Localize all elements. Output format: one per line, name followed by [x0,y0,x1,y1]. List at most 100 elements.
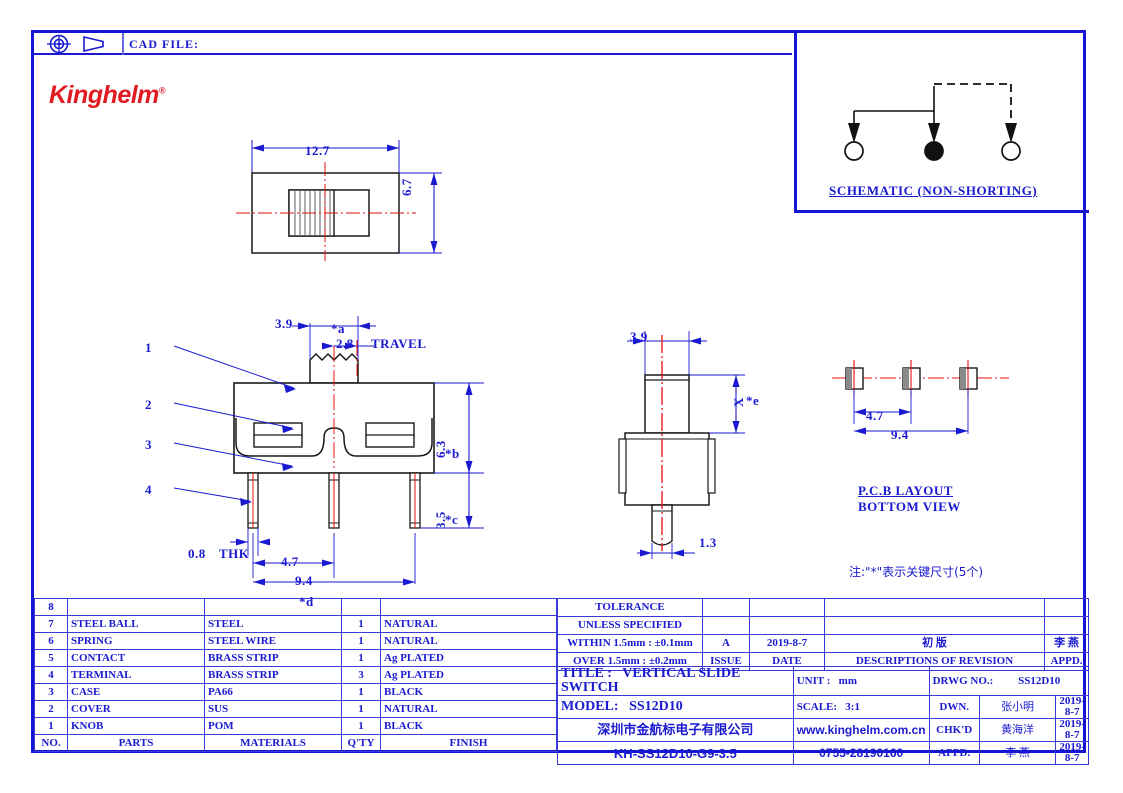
phone-number: 0755-28190160 [792,741,930,765]
title-block-table: TOLERANCE UNLESS SPECIFIED WITHIN 1.5mm … [557,598,1089,671]
parts-cell-no: 4 [34,666,68,684]
tolerance-title-1: TOLERANCE [557,598,703,617]
parts-cell-finish: Ag PLATED [380,649,557,667]
parts-cell-qty: 1 [341,700,381,718]
parts-cell-no: 8 [34,598,68,616]
partno-row: KH-SS12D10-G9-3.5 0755-28190160 APPD. 李 … [557,741,1089,765]
revision-blank-1 [824,598,1045,617]
parts-cell-material: PA66 [204,683,342,701]
parts-cell-qty: 1 [341,683,381,701]
table-row: 8 [34,598,557,616]
schematic-caption: SCHEMATIC (NON-SHORTING) [829,183,1038,198]
parts-header-finish: FINISH [380,734,557,752]
pcb-layout-caption-line1: P.C.B LAYOUT [858,483,953,498]
appd-label: APPD. [928,741,980,765]
side-view-pin-width-dim: 1.3 [699,535,717,550]
model-value: SS12D10 [629,699,683,714]
drwg-no-value: SS12D10 [1018,674,1061,687]
chkd-date: 2019-8-7 [1055,718,1089,742]
parts-cell-part: TERMINAL [67,666,205,684]
side-view-drawing [618,331,745,559]
unit-cell: UNIT : mm [792,666,930,696]
top-view-drawing [236,140,442,261]
table-row: 2 COVER SUS 1 NATURAL [34,700,557,718]
parts-cell-no: 1 [34,717,68,735]
parts-cell-part: SPRING [67,632,205,650]
pcb-span-dim: 9.4 [891,427,909,442]
company-name-cn: 深圳市金航标电子有限公司 [557,718,794,742]
parts-cell-part: COVER [67,700,205,718]
website-link[interactable]: www.kinghelm.com.cn [792,718,930,742]
parts-cell-part: CONTACT [67,649,205,667]
appd-blank-2 [1044,616,1089,635]
parts-cell-no: 6 [34,632,68,650]
tolerance-title-2: UNLESS SPECIFIED [557,616,703,635]
tolerance-row-2: UNLESS SPECIFIED [557,616,1089,635]
table-row: 1 KNOB POM 1 BLACK [34,717,557,735]
front-view-callout-1: 1 [145,340,152,355]
pcb-layout-caption-line2: BOTTOM VIEW [858,499,961,514]
dwn-name: 张小明 [978,695,1057,719]
scale-label: SCALE: [796,700,838,713]
front-view-thk-dim: 0.8 [188,546,206,561]
parts-cell-no: 2 [34,700,68,718]
side-view-x-dim: X [731,397,746,407]
model-cell: MODEL: SS12D10 [557,695,794,719]
parts-cell-material: SUS [204,700,342,718]
parts-header-parts: PARTS [67,734,205,752]
parts-cell-qty: 1 [341,649,381,667]
parts-header-no: NO. [34,734,68,752]
front-view-knob-width-dim: 3.9 [275,316,293,331]
parts-cell-part: CASE [67,683,205,701]
tolerance-row-3: WITHIN 1.5mm : ±0.1mm A 2019-8-7 初 版 李 燕 [557,634,1089,653]
parts-list-header-row: NO. PARTS MATERIALS Q'TY FINISH [34,734,557,752]
parts-cell-no: 5 [34,649,68,667]
model-row: MODEL: SS12D10 SCALE: 3:1 DWN. 张小明 2019-… [557,695,1089,719]
front-view-callout-3: 3 [145,437,152,452]
front-view-key-a: *a [331,321,345,336]
title-label: TITLE : [561,666,612,681]
chkd-label: CHK'D [928,718,980,742]
parts-cell-part: KNOB [67,717,205,735]
model-label: MODEL: [561,699,619,714]
cad-file-label: CAD FILE: [129,37,200,51]
parts-cell-finish: NATURAL [380,700,557,718]
parts-cell-qty: 1 [341,717,381,735]
drwg-no-label: DRWG NO.: [932,674,994,687]
revision-value: 初 版 [824,634,1045,653]
parts-cell-no: 7 [34,615,68,633]
parts-cell-finish: BLACK [380,717,557,735]
date-blank-2 [749,616,825,635]
front-view-callout-2: 2 [145,397,152,412]
projection-symbol-icon [47,34,104,54]
main-title-block: TITLE : VERTICAL SLIDE SWITCH UNIT : mm … [557,666,1090,765]
parts-cell-finish: BLACK [380,683,557,701]
front-view-span-dim: 9.4 [295,573,313,588]
front-view-travel-dim: 2.8 [336,336,354,351]
pcb-pitch-dim: 4.7 [866,408,884,423]
part-number: KH-SS12D10-G9-3.5 [557,741,794,765]
table-row: 3 CASE PA66 1 BLACK [34,683,557,701]
title-row: TITLE : VERTICAL SLIDE SWITCH UNIT : mm … [557,666,1090,696]
drwg-no-cell: DRWG NO.: SS12D10 [928,666,1090,696]
appd-blank-1 [1044,598,1089,617]
parts-cell-material: POM [204,717,342,735]
front-view-pitch-dim: 4.7 [281,554,299,569]
revision-blank-2 [824,616,1045,635]
scale-value: 3:1 [845,700,860,713]
parts-cell-finish [380,598,557,616]
parts-cell-part [67,598,205,616]
parts-cell-part: STEEL BALL [67,615,205,633]
parts-cell-material: STEEL [204,615,342,633]
front-view-drawing [173,316,484,586]
table-row: 5 CONTACT BRASS STRIP 1 Ag PLATED [34,649,557,667]
table-row: 6 SPRING STEEL WIRE 1 NATURAL [34,632,557,650]
company-row: 深圳市金航标电子有限公司 www.kinghelm.com.cn CHK'D 黄… [557,718,1089,742]
tolerance-within: WITHIN 1.5mm : ±0.1mm [557,634,703,653]
appd-name: 李 燕 [978,741,1057,765]
table-row: 7 STEEL BALL STEEL 1 NATURAL [34,615,557,633]
parts-list-table: 8 7 STEEL BALL STEEL 1 NATURAL 6 SPRING STEEL WI… [34,598,557,752]
dwn-label: DWN. [928,695,980,719]
title-cell: TITLE : VERTICAL SLIDE SWITCH [557,666,794,696]
pcb-layout-drawing [832,360,1009,435]
